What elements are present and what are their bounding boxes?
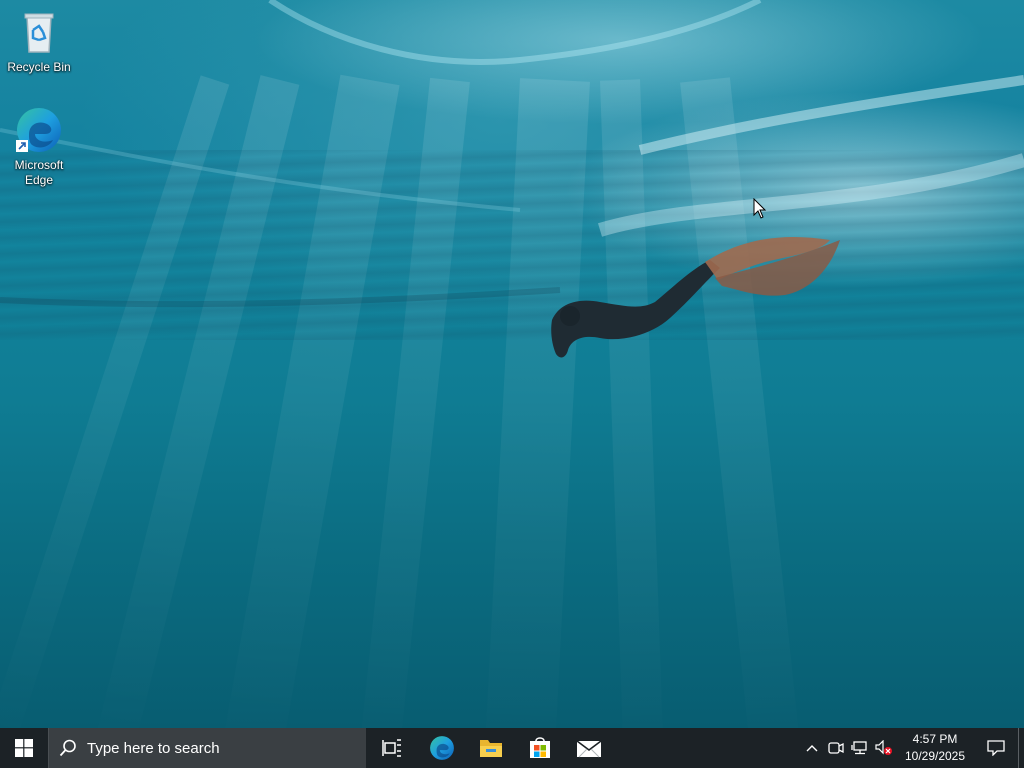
desktop: Recycle Bin Microsoft Edge xyxy=(0,0,1024,728)
clock-date: 10/29/2025 xyxy=(904,749,966,763)
taskbar-edge-button[interactable] xyxy=(418,728,466,768)
windows-logo-icon xyxy=(15,739,33,757)
taskbar: Type here to search 4:57 PM 10/29/2025 xyxy=(0,728,1024,768)
search-placeholder: Type here to search xyxy=(87,739,220,757)
edge-icon xyxy=(430,736,454,760)
network-button[interactable] xyxy=(848,728,872,768)
desktop-icon-label: Microsoft Edge xyxy=(14,158,64,187)
system-tray: 4:57 PM 10/29/2025 xyxy=(800,728,1024,768)
action-center-button[interactable] xyxy=(974,728,1018,768)
swimmer-image xyxy=(551,236,840,358)
mail-icon xyxy=(576,740,602,758)
notification-icon xyxy=(987,740,1005,756)
mouse-cursor-icon xyxy=(753,198,767,219)
edge-icon xyxy=(16,108,61,152)
meet-now-icon xyxy=(828,742,844,754)
desktop-icon-label: Recycle Bin xyxy=(7,60,71,74)
clock-time: 4:57 PM xyxy=(912,732,958,746)
folder-icon xyxy=(480,740,502,757)
start-button[interactable] xyxy=(0,728,48,768)
search-icon xyxy=(59,739,76,757)
taskbar-mail-button[interactable] xyxy=(565,728,613,768)
volume-button[interactable] xyxy=(872,728,896,768)
taskbar-file-explorer-button[interactable] xyxy=(467,728,515,768)
taskbar-store-button[interactable] xyxy=(516,728,564,768)
show-hidden-icons-button[interactable] xyxy=(800,728,824,768)
search-input[interactable]: Type here to search xyxy=(48,728,366,768)
desktop-icon-microsoft-edge[interactable]: Microsoft Edge xyxy=(1,106,77,188)
water-foam xyxy=(0,0,1024,308)
show-desktop-button[interactable] xyxy=(1018,728,1024,768)
volume-muted-icon xyxy=(875,740,892,755)
store-icon xyxy=(530,737,550,758)
clock[interactable]: 4:57 PM 10/29/2025 xyxy=(900,731,970,765)
desktop-icon-recycle-bin[interactable]: Recycle Bin xyxy=(1,8,77,75)
task-view-button[interactable] xyxy=(368,728,416,768)
chevron-up-icon xyxy=(806,745,818,752)
recycle-bin-icon xyxy=(24,13,54,53)
meet-now-button[interactable] xyxy=(824,728,848,768)
network-icon xyxy=(851,741,867,755)
task-view-icon xyxy=(382,739,401,757)
